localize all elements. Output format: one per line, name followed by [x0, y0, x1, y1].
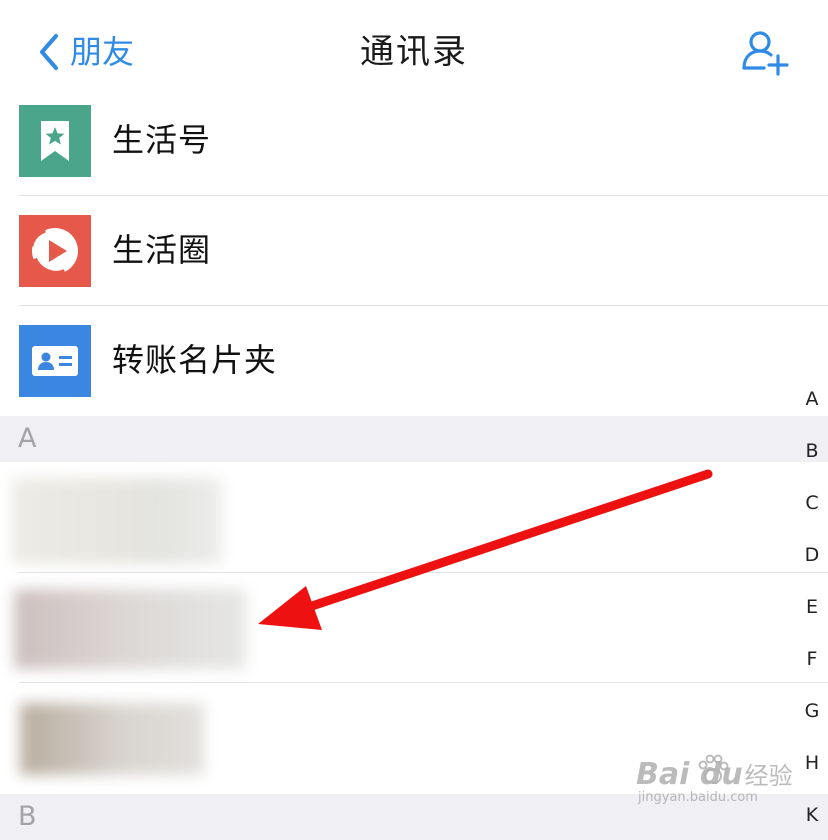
section-letter: A [18, 423, 37, 454]
section-header-a: A [0, 416, 828, 462]
divider [19, 305, 828, 306]
index-letter[interactable]: K [796, 802, 828, 828]
index-letter[interactable]: D [796, 542, 828, 568]
entry-label: 转账名片夹 [112, 341, 278, 379]
entry-label: 生活圈 [112, 231, 212, 269]
section-letter: B [18, 801, 37, 832]
index-letter[interactable]: G [796, 698, 828, 724]
index-letter[interactable]: F [796, 646, 828, 672]
add-friend-icon[interactable] [740, 28, 792, 76]
nav-bar: 朋友 通讯录 [0, 0, 828, 100]
entry-life-circle[interactable]: 生活圈 [0, 210, 828, 320]
contact-avatar-blurred [14, 589, 246, 669]
index-letter[interactable]: E [796, 594, 828, 620]
play-circle-icon [19, 215, 91, 287]
contacts-screen: 朋友 通讯录 生活号 生活圈 转账名片夹 A B A B C D E F G H… [0, 0, 828, 840]
index-letter[interactable]: A [796, 386, 828, 412]
entry-card-holder[interactable]: 转账名片夹 [0, 320, 828, 430]
watermark-url: jingyan.baidu.com [638, 790, 758, 805]
baidu-jingyan-watermark: Bai du经验 jingyan.baidu.com [636, 752, 793, 808]
index-letter[interactable]: H [796, 750, 828, 776]
divider [19, 195, 828, 196]
contact-row[interactable] [0, 462, 828, 573]
entry-label: 生活号 [112, 121, 212, 159]
index-letter[interactable]: C [796, 490, 828, 516]
id-card-icon [19, 325, 91, 397]
contact-avatar-blurred [20, 703, 204, 775]
index-letter[interactable]: B [796, 438, 828, 464]
contact-avatar-blurred [12, 478, 222, 564]
entry-life-account[interactable]: 生活号 [0, 100, 828, 210]
bookmark-star-icon [19, 105, 91, 177]
paw-icon [698, 754, 729, 784]
contact-row[interactable] [0, 573, 828, 683]
page-title: 通讯录 [360, 32, 468, 72]
